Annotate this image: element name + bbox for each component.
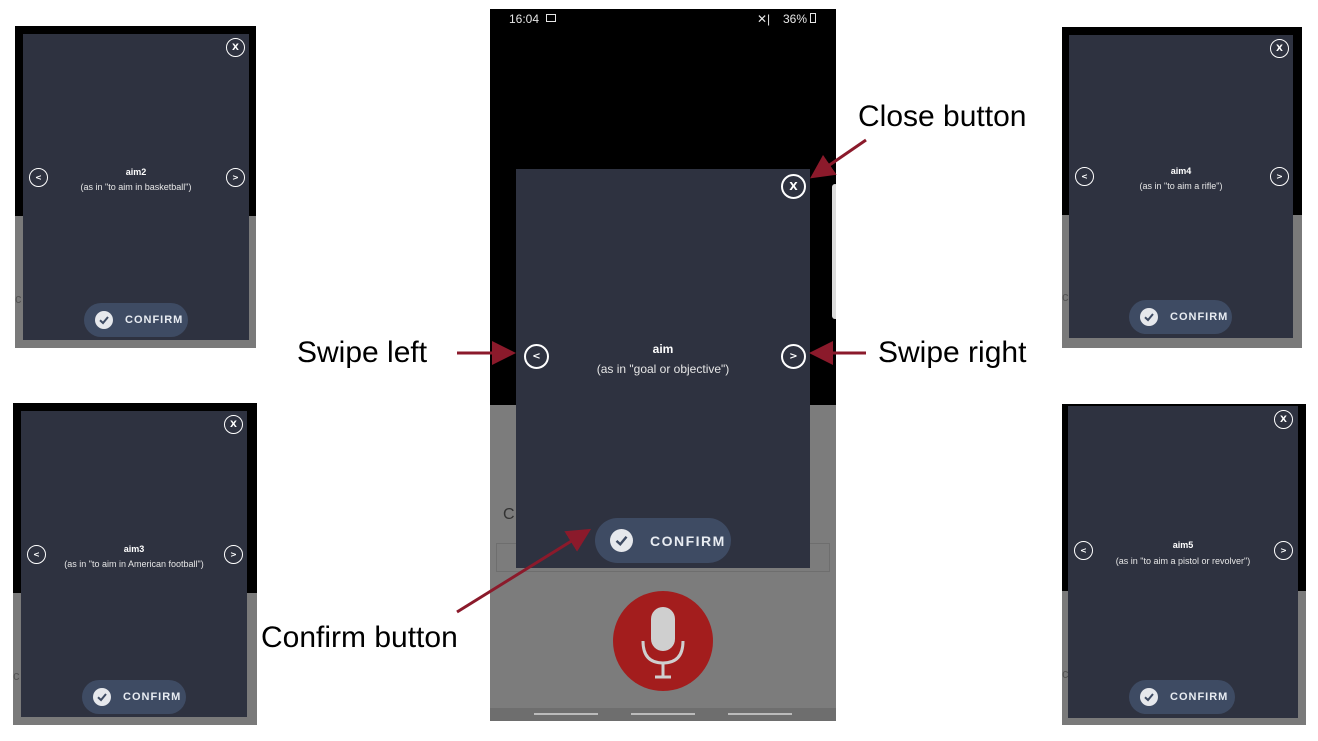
- annotation-arrows: [456, 138, 867, 614]
- close-arrow: [810, 138, 867, 179]
- confirm-arrow: [456, 528, 592, 614]
